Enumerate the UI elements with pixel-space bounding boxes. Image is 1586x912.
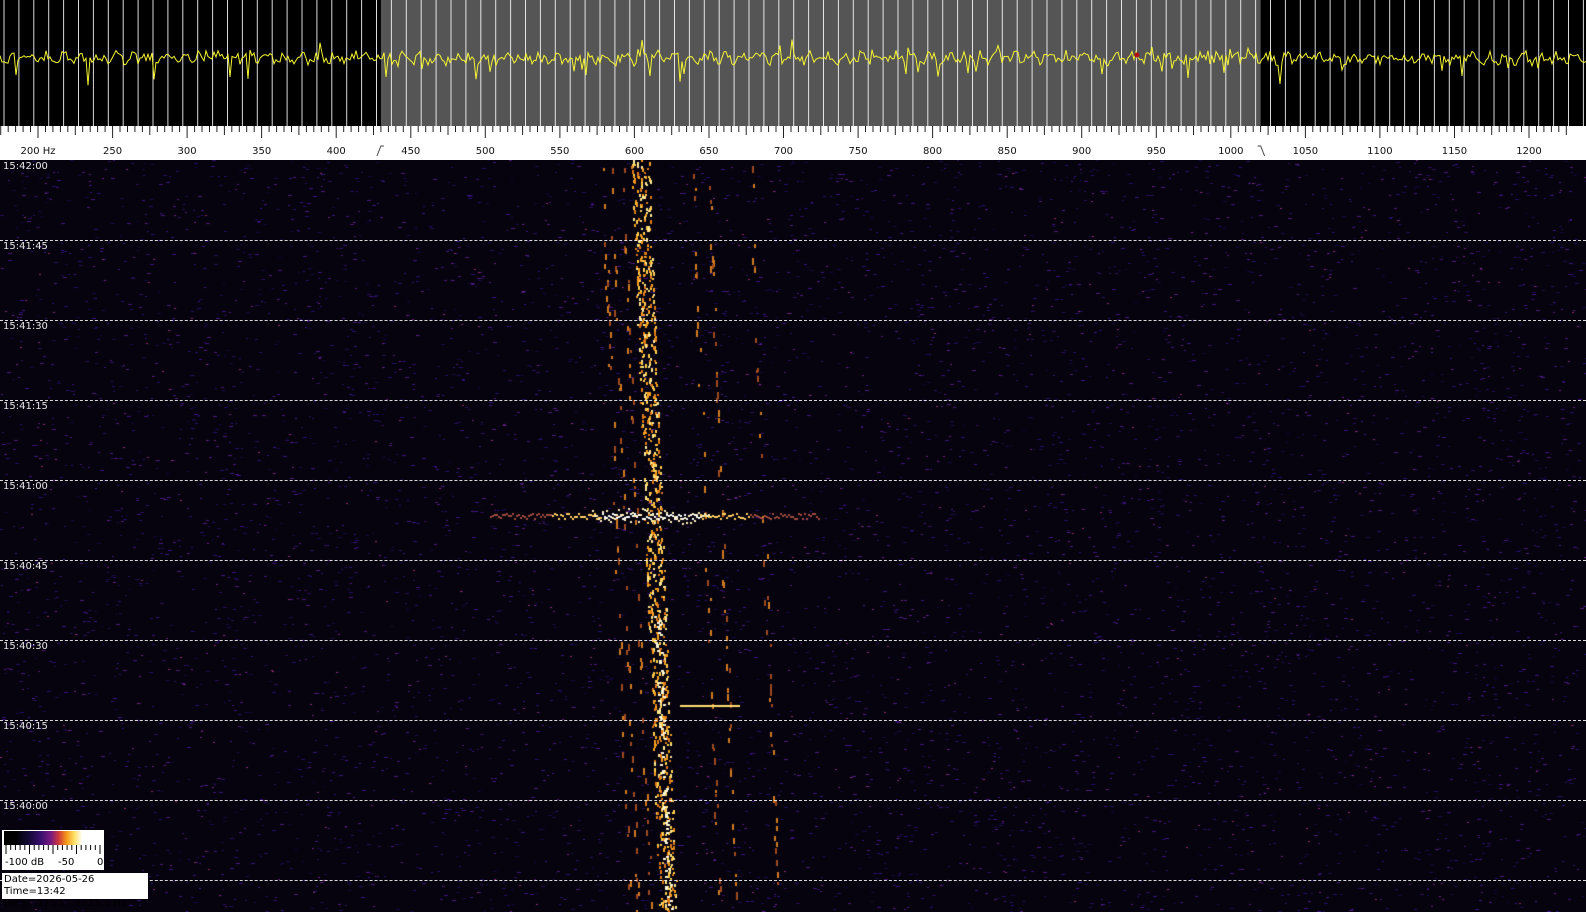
frequency-tick-label: 950 — [1146, 146, 1166, 157]
frequency-tick-label: 1200 — [1516, 146, 1542, 157]
date-time-text: Date=2026-05-26 Time=13:42 — [4, 874, 95, 897]
frequency-tick-label: 1050 — [1292, 146, 1319, 157]
frequency-tick-label: 900 — [1072, 146, 1092, 157]
minor-ticks — [0, 126, 1567, 138]
time-label: 15:41:00 — [3, 481, 48, 492]
frequency-tick-label: 300 — [177, 146, 197, 157]
time-gridline — [0, 880, 1586, 881]
time-gridline — [0, 480, 1586, 481]
time-gridline — [0, 240, 1586, 241]
selection-region[interactable] — [380, 0, 1261, 126]
legend-ticks — [5, 845, 101, 854]
frequency-tick-label: 550 — [550, 146, 570, 157]
time-label: 15:40:45 — [3, 561, 48, 572]
time-gridline — [0, 400, 1586, 401]
time-label: 15:40:15 — [3, 721, 48, 732]
frequency-scale[interactable]: 200 Hz 250 300 350 400 450 500 550 600 650 700 750 8… — [0, 126, 1586, 160]
time-gridline — [0, 800, 1586, 801]
frequency-tick-label: 250 — [103, 146, 123, 157]
frequency-tick-label: 200 Hz — [20, 146, 56, 157]
frequency-tick-label: 850 — [997, 146, 1017, 157]
time-label: 15:40:30 — [3, 641, 48, 652]
frequency-tick-label: 650 — [699, 146, 719, 157]
marker-dot[interactable] — [1134, 52, 1140, 58]
frequency-tick-label: 450 — [401, 146, 421, 157]
frequency-tick-label: 400 — [326, 146, 346, 157]
time-gridline — [0, 720, 1586, 721]
spectrum-panel[interactable] — [0, 0, 1586, 126]
time-label: 15:41:30 — [3, 321, 48, 332]
frequency-tick-label: 500 — [475, 146, 495, 157]
time-label: 15:40:00 — [3, 801, 48, 812]
time-gridline — [0, 640, 1586, 641]
selection-left-bracket[interactable] — [376, 145, 384, 157]
selection-right-bracket[interactable] — [1257, 145, 1266, 157]
frequency-tick-label: 1150 — [1441, 146, 1468, 157]
legend-min-label: -100 dB — [5, 857, 45, 868]
time-gridline — [0, 560, 1586, 561]
frequency-range-text: Freq= 175.1...1225.1 Hz — [4, 898, 127, 909]
time-label: 15:41:15 — [3, 401, 48, 412]
spectrum-trace — [0, 0, 1586, 126]
legend-mid-label: -50 — [58, 857, 75, 868]
time-gridline — [0, 320, 1586, 321]
frequency-tick-label: 800 — [923, 146, 943, 157]
frequency-tick-label: 1100 — [1367, 146, 1393, 157]
frequency-tick-label: 350 — [252, 146, 272, 157]
info-box: Date=2026-05-26 Time=13:42 Freq= 175.1..… — [2, 873, 148, 909]
frequency-tick-label: 700 — [773, 146, 794, 157]
time-label: 15:41:45 — [3, 241, 48, 252]
frequency-tick-label: 600 — [624, 146, 644, 157]
color-scale-legend: -100 dB -50 0 — [2, 830, 104, 870]
legend-max-label: 0 — [97, 857, 104, 868]
time-label: 15:42:00 — [3, 161, 48, 172]
frequency-tick-label: 1000 — [1218, 146, 1244, 157]
waterfall-display[interactable]: 15:42:00 15:41:45 15:41:30 15:41:15 15:41:00… — [0, 160, 1586, 912]
color-gradient — [4, 831, 102, 845]
frequency-tick-label: 750 — [848, 146, 868, 157]
